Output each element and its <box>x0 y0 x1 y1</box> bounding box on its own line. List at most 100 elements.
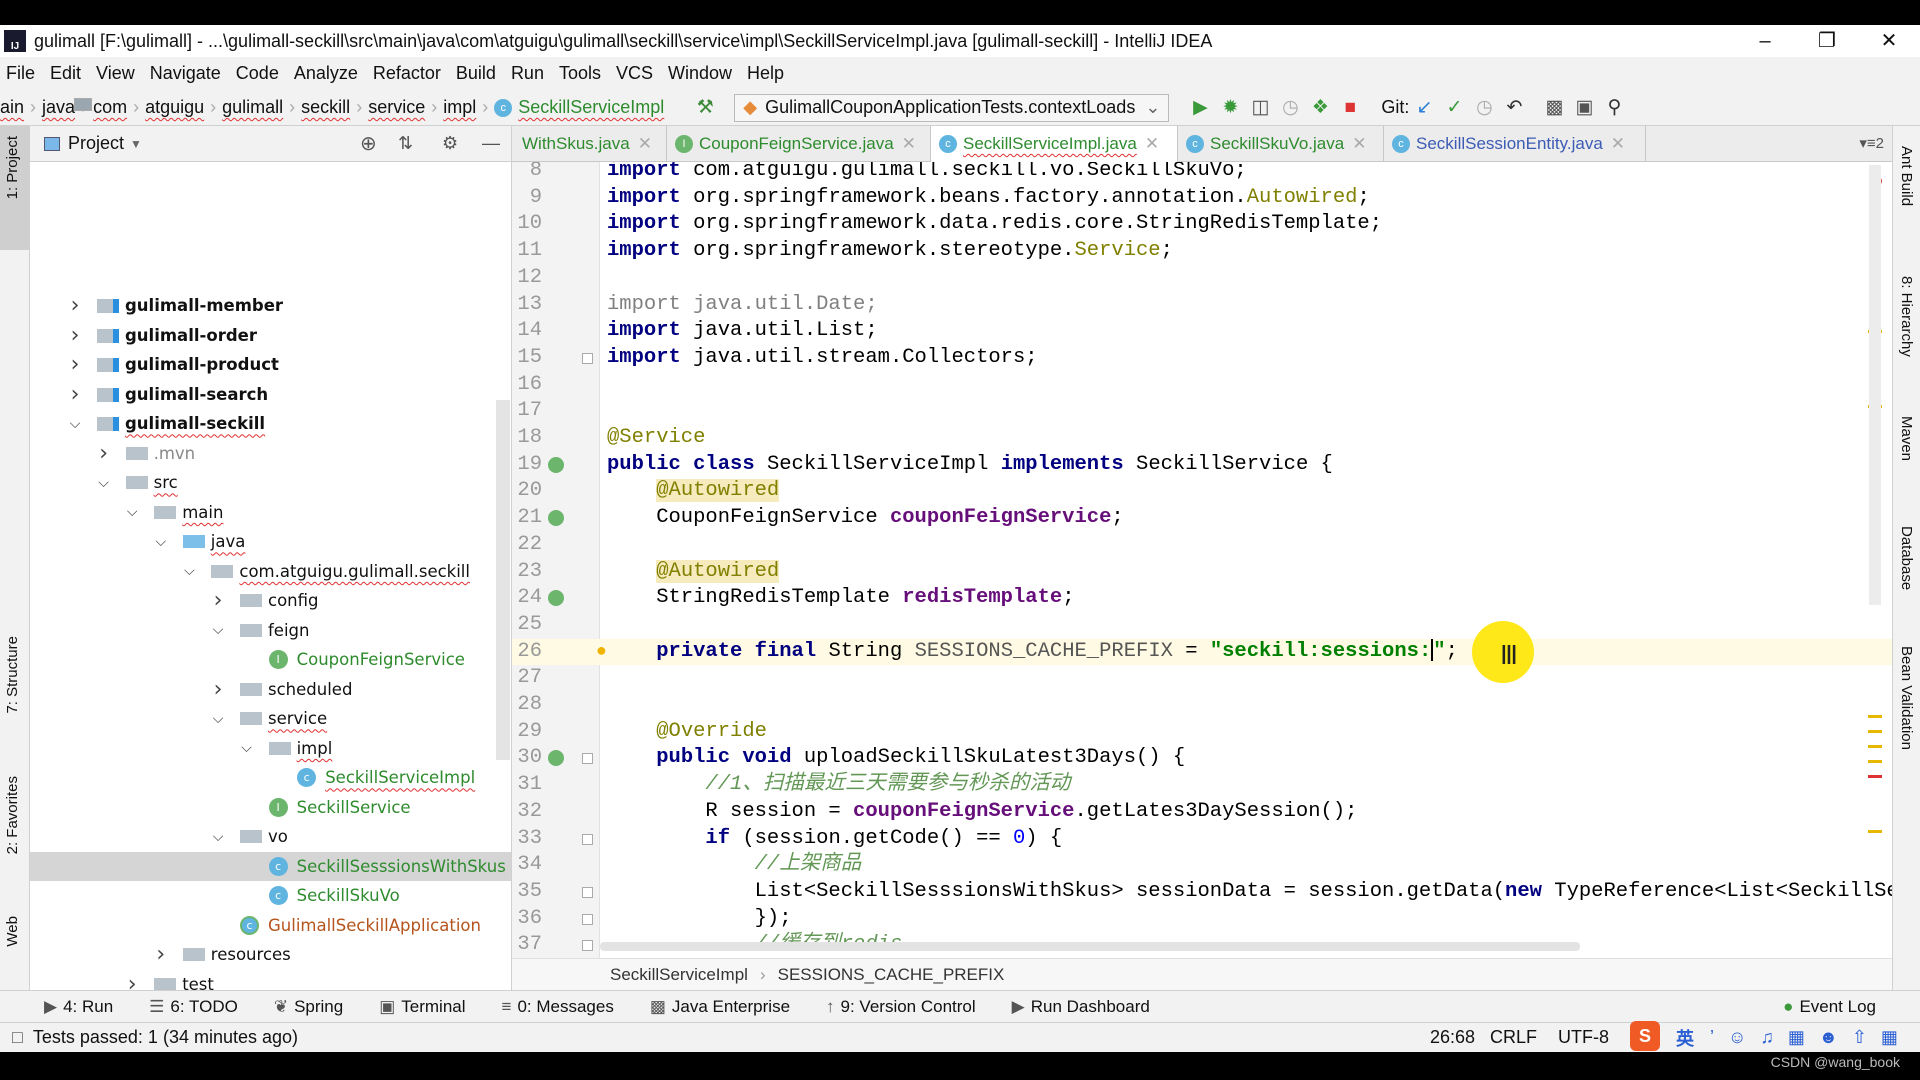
code-line[interactable]: 9 import org.springframework.beans.factor… <box>512 185 1892 212</box>
tab-withskus-java[interactable]: WithSkus.java ✕ <box>514 126 667 162</box>
event-log-button[interactable]: ● Event Log <box>1783 997 1876 1017</box>
breadcrumb-class[interactable]: SeckillServiceImpl <box>610 965 748 985</box>
tool-structure[interactable]: 7: Structure <box>4 636 21 714</box>
lightbulb-icon[interactable]: ● <box>596 639 607 666</box>
chevron-down-icon[interactable]: ⌵ <box>67 416 83 432</box>
code-editor[interactable]: 8 import com.atguigu.gulimall.seckill.vo.… <box>512 162 1892 958</box>
tree-item[interactable]: c SeckillSkuVo <box>30 881 511 911</box>
code-line[interactable]: 33 if (session.getCode() == 0) { <box>512 826 1892 853</box>
crumb-atguigu[interactable]: atguigu › <box>74 97 216 118</box>
tool-bean-validation[interactable]: Bean Validation <box>1898 646 1915 750</box>
tool-window-spring[interactable]: ❦ Spring <box>274 997 343 1017</box>
tree-item[interactable]: ⌵ service <box>30 704 511 734</box>
menu-file[interactable]: File <box>6 63 35 84</box>
tree-item[interactable]: › test <box>30 970 511 990</box>
fold-marker-icon[interactable] <box>582 886 593 898</box>
code-line[interactable]: 14 import java.util.List; <box>512 318 1892 345</box>
run-configuration-dropdown[interactable]: ◆ GulimallCouponApplicationTests.contextL… <box>734 93 1170 122</box>
tool-database[interactable]: Database <box>1898 526 1915 590</box>
code-line[interactable]: 24 StringRedisTemplate redisTemplate; <box>512 585 1892 612</box>
menu-run[interactable]: Run <box>511 63 544 84</box>
tool-window-6-todo[interactable]: ☰ 6: TODO <box>149 997 238 1017</box>
rollback-icon[interactable]: ↶ <box>1499 96 1529 119</box>
menu-refactor[interactable]: Refactor <box>373 63 441 84</box>
code-line[interactable]: 13 import java.util.Date; <box>512 292 1892 319</box>
code-line[interactable]: 34 //上架商品 <box>512 852 1892 879</box>
code-line[interactable]: 32 R session = couponFeignService.getLat… <box>512 799 1892 826</box>
minimize-button[interactable]: – <box>1734 25 1796 57</box>
code-line[interactable]: 22 <box>512 532 1892 559</box>
caret-position[interactable]: 26:68 <box>1430 1027 1475 1048</box>
code-line[interactable]: 17 <box>512 398 1892 425</box>
tree-scrollbar[interactable] <box>496 400 510 760</box>
crumb-file[interactable]: c SeckillServiceImpl <box>494 97 664 118</box>
code-line[interactable]: 36 }); <box>512 906 1892 933</box>
tool-ant-build[interactable]: Ant Build <box>1898 146 1915 206</box>
chevron-right-icon[interactable]: › <box>67 382 83 407</box>
code-line[interactable]: 11 import org.springframework.stereotype.… <box>512 238 1892 265</box>
tree-item[interactable]: c SeckillSesssionsWithSkus <box>30 851 511 881</box>
git-commit-icon[interactable]: ✓ <box>1439 96 1469 119</box>
code-line[interactable]: 19 public class SeckillServiceImpl implem… <box>512 452 1892 479</box>
menu-code[interactable]: Code <box>236 63 279 84</box>
fold-marker-icon[interactable] <box>582 833 593 845</box>
code-line[interactable]: 18 @Service <box>512 425 1892 452</box>
close-tab-icon[interactable]: ✕ <box>1352 134 1366 154</box>
tree-item[interactable]: ⌵ com.atguigu.gulimall.seckill <box>30 557 511 587</box>
close-tab-icon[interactable]: ✕ <box>902 134 916 154</box>
tab-couponfeignservice-java[interactable]: I CouponFeignService.java ✕ <box>667 126 931 162</box>
chevron-right-icon[interactable]: › <box>67 352 83 377</box>
tool-web[interactable]: Web <box>4 916 21 947</box>
tree-item[interactable]: › gulimall-search <box>30 380 511 410</box>
code-line[interactable]: 29 @Override <box>512 719 1892 746</box>
chevron-down-icon[interactable]: ⌵ <box>124 504 140 520</box>
tool-hierarchy[interactable]: 8: Hierarchy <box>1898 276 1915 357</box>
tree-item[interactable]: › gulimall-order <box>30 321 511 351</box>
tree-item[interactable]: › scheduled <box>30 675 511 705</box>
close-tab-icon[interactable]: ✕ <box>638 134 652 154</box>
tree-item[interactable]: › resources <box>30 940 511 970</box>
close-tab-icon[interactable]: ✕ <box>1611 134 1625 154</box>
crumb-seckill[interactable]: seckill › <box>74 97 362 118</box>
code-line[interactable]: 25 <box>512 612 1892 639</box>
project-structure-icon[interactable]: ▩ <box>1539 96 1569 119</box>
breadcrumb-field[interactable]: SESSIONS_CACHE_PREFIX <box>778 965 1005 985</box>
code-line[interactable]: 31 //1、扫描最近三天需要参与秒杀的活动 <box>512 772 1892 799</box>
profile-icon[interactable]: ◷ <box>1275 96 1305 119</box>
run-window-icon[interactable]: ▣ <box>1569 96 1599 119</box>
code-line[interactable]: 23 @Autowired <box>512 559 1892 586</box>
fold-marker-icon[interactable] <box>582 913 593 925</box>
chevron-right-icon[interactable]: › <box>124 972 140 990</box>
spring-bean-icon[interactable] <box>548 456 564 473</box>
crumb-impl[interactable]: impl › <box>74 97 488 118</box>
code-line[interactable]: 8 import com.atguigu.gulimall.seckill.vo.… <box>512 162 1892 185</box>
close-button[interactable]: ✕ <box>1858 25 1920 57</box>
close-tab-icon[interactable]: ✕ <box>1145 134 1159 154</box>
menu-build[interactable]: Build <box>456 63 496 84</box>
tree-item[interactable]: ⌵ gulimall-seckill <box>30 409 511 439</box>
tree-item[interactable]: ⌵ vo <box>30 822 511 852</box>
menu-edit[interactable]: Edit <box>50 63 81 84</box>
tab-seckillserviceimpl-java[interactable]: c SeckillServiceImpl.java ✕ <box>931 126 1178 162</box>
tool-project[interactable]: 1: Project <box>4 136 21 199</box>
code-line[interactable]: 20 @Autowired <box>512 478 1892 505</box>
menu-tools[interactable]: Tools <box>559 63 601 84</box>
menu-help[interactable]: Help <box>747 63 784 84</box>
chevron-down-icon[interactable]: ⌵ <box>96 475 112 491</box>
chevron-down-icon[interactable]: ⌵ <box>210 829 226 845</box>
code-line[interactable]: 10 import org.springframework.data.redis.… <box>512 211 1892 238</box>
file-encoding[interactable]: UTF-8 <box>1558 1027 1609 1048</box>
tool-window-run-dashboard[interactable]: ▶ Run Dashboard <box>1012 997 1150 1017</box>
chevron-right-icon[interactable]: › <box>153 942 169 967</box>
code-line[interactable]: 35 List<SeckillSesssionsWithSkus> sessio… <box>512 879 1892 906</box>
code-line[interactable]: 21 CouponFeignService couponFeignService… <box>512 505 1892 532</box>
chevron-down-icon[interactable]: ⌵ <box>153 534 169 550</box>
ime-toolbar-icons[interactable]: ’☺♫▦☻⇧▦ <box>1710 1027 1912 1048</box>
attach-debugger-icon[interactable]: ❖ <box>1305 96 1335 119</box>
fold-marker-icon[interactable] <box>582 753 593 765</box>
restore-button[interactable]: ❐ <box>1796 25 1858 57</box>
status-toggle-icon[interactable]: □ <box>12 1027 23 1048</box>
code-line[interactable]: 15 import java.util.stream.Collectors; <box>512 345 1892 372</box>
menu-navigate[interactable]: Navigate <box>150 63 221 84</box>
fold-marker-icon[interactable] <box>582 352 593 364</box>
